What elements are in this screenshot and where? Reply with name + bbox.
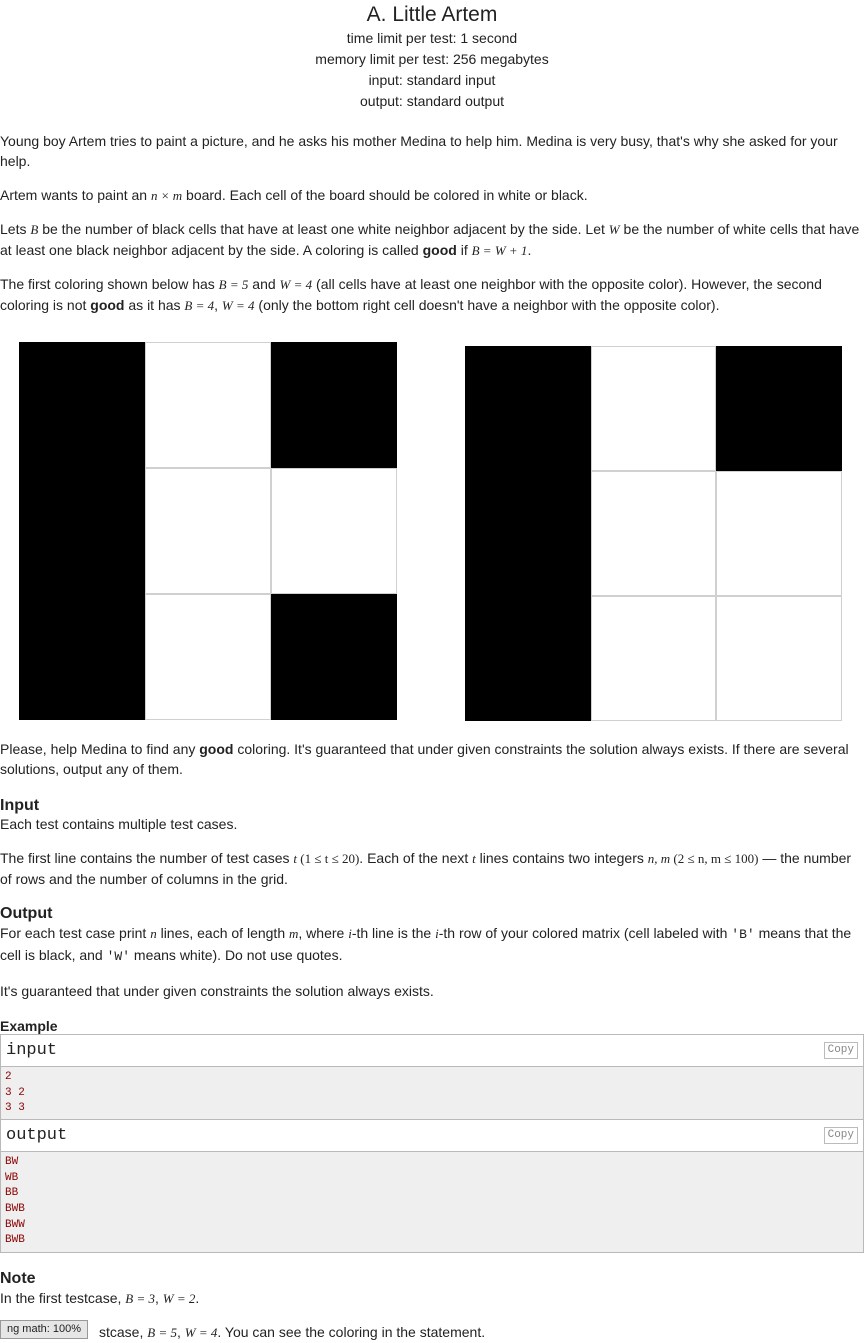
board-cell-black [716, 346, 842, 471]
copy-input-button[interactable]: Copy [823, 1042, 858, 1059]
output-paragraph-1: For each test case print n lines, each o… [0, 925, 852, 964]
board-cell-black [19, 342, 145, 468]
statement-paragraph-3: Lets B be the number of black cells that… [0, 221, 860, 258]
example-input-line: 3 3 [5, 1102, 25, 1115]
note-paragraph-1: In the first testcase, B = 3, W = 2. [0, 1290, 200, 1306]
board-cell-white [716, 471, 842, 596]
board-cell-white [145, 594, 271, 720]
example-output-line: BWB [5, 1203, 25, 1216]
board-cell-black [271, 342, 397, 468]
board-cell-black [465, 596, 591, 721]
example-input-block: input Copy 2 3 2 3 3 [0, 1034, 864, 1122]
example-output-body: BW WB BB BWB BWW BWB [1, 1152, 863, 1253]
statement-paragraph-4: The first coloring shown below has B = 5… [0, 276, 822, 313]
example-output-line: BWB [5, 1234, 25, 1247]
problem-title: A. Little Artem [366, 3, 498, 26]
copy-output-button[interactable]: Copy [823, 1127, 858, 1144]
example-input-label: input [6, 1041, 58, 1060]
problem-header: A. Little Artem time limit per test: 1 s… [0, 0, 864, 112]
memory-limit: memory limit per test: 256 megabytes [315, 51, 549, 67]
example-output-header: output Copy [1, 1120, 863, 1152]
time-limit: time limit per test: 1 second [346, 30, 518, 46]
example-output-line: BWW [5, 1218, 25, 1231]
output-file: output: standard output [360, 93, 504, 109]
example-output-line: WB [5, 1171, 19, 1184]
output-paragraph-2: It's guaranteed that under given constra… [0, 983, 434, 999]
input-file: input: standard input [368, 72, 496, 88]
input-paragraph-2: The first line contains the number of te… [0, 850, 852, 887]
board-cell-white [145, 468, 271, 594]
example-output-label: output [6, 1126, 68, 1145]
example-input-header: input Copy [1, 1035, 863, 1067]
board-cell-black [465, 346, 591, 471]
example-input-body: 2 3 2 3 3 [1, 1067, 863, 1121]
input-paragraph-1: Each test contains multiple test cases. [0, 816, 238, 832]
board-cell-black [19, 594, 145, 720]
board-cell-white [271, 468, 397, 594]
coloring-figure-good [19, 342, 397, 720]
board-cell-black [271, 594, 397, 720]
statement-paragraph-1: Young boy Artem tries to paint a picture… [0, 133, 838, 170]
statement-paragraph-2: Artem wants to paint an n × m board. Eac… [0, 187, 588, 203]
note-section-title: Note [0, 1270, 36, 1287]
example-output-line: BW [5, 1156, 19, 1168]
example-input-line: 3 2 [5, 1086, 25, 1099]
board-cell-white [590, 346, 717, 471]
board-cell-black [19, 468, 145, 594]
board-cell-white [716, 596, 842, 721]
board-cell-white [590, 596, 717, 721]
coloring-figure-not-good [465, 346, 842, 721]
output-section-title: Output [0, 905, 53, 922]
example-input-line: 2 [5, 1071, 12, 1083]
board-cell-black [465, 471, 591, 596]
example-output-block: output Copy BW WB BB BWB BWW BWB [0, 1119, 864, 1254]
board-cell-white [145, 342, 271, 468]
example-output-line: BB [5, 1187, 19, 1200]
board-cell-white [590, 471, 717, 596]
math-rendering-status-badge: ng math: 100% [0, 1320, 88, 1339]
statement-paragraph-5: Please, help Medina to find any good col… [0, 741, 849, 778]
